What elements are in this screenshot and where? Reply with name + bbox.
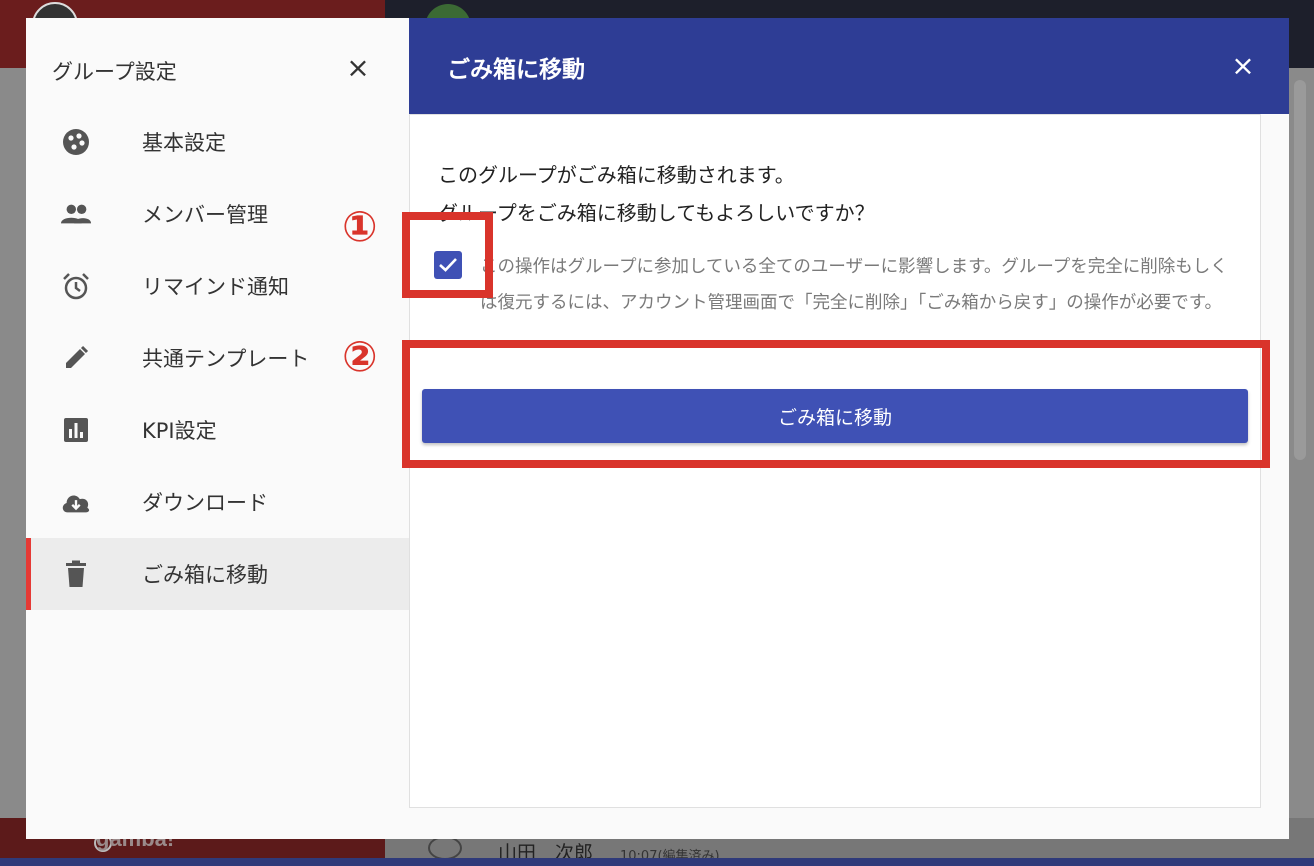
nav-item-label: メンバー管理: [142, 203, 268, 227]
annotation-step2-label: ②: [342, 332, 378, 381]
settings-title: グループ設定: [52, 60, 177, 84]
annotation-step1-label: ①: [342, 202, 378, 251]
pencil-icon: [60, 342, 92, 374]
bar-chart-icon: [60, 414, 92, 446]
trash-icon: [60, 558, 92, 590]
group-settings-panel: グループ設定 × 基本設定 メンバー管理 リマインド通知 共通テンプレート KP…: [26, 18, 410, 839]
confirm-message-line1: このグループがごみ箱に移動されます。: [438, 163, 795, 187]
nav-item-basic-settings[interactable]: 基本設定: [26, 106, 410, 178]
nav-item-label: リマインド通知: [142, 275, 289, 299]
nav-item-move-to-trash[interactable]: ごみ箱に移動: [26, 538, 410, 610]
background-bottom-border: [0, 858, 1314, 866]
cloud-download-icon: [60, 486, 92, 518]
annotation-box-step1: [402, 212, 493, 298]
nav-item-download[interactable]: ダウンロード: [26, 466, 410, 538]
people-icon: [60, 198, 92, 230]
dialog-header: ごみ箱に移動 ×: [409, 18, 1289, 114]
palette-icon: [60, 126, 92, 158]
nav-item-label: ダウンロード: [142, 491, 268, 515]
settings-close-icon[interactable]: ×: [344, 54, 372, 82]
nav-item-label: 共通テンプレート: [142, 347, 310, 371]
nav-item-label: 基本設定: [142, 131, 226, 155]
checkbox-note: この操作はグループに参加している全てのユーザーに影響します。グループを完全に削除…: [480, 257, 1228, 313]
background-user-avatar: [428, 836, 462, 860]
background-scrollbar: [1294, 80, 1306, 460]
confirm-message-line2: グループをごみ箱に移動してもよろしいですか？: [438, 201, 875, 225]
nav-item-label: ごみ箱に移動: [142, 563, 268, 587]
alarm-icon: [60, 270, 92, 302]
dialog-title: ごみ箱に移動: [447, 57, 585, 83]
dialog-close-icon[interactable]: ×: [1229, 52, 1257, 80]
nav-item-label: KPI設定: [142, 419, 217, 443]
annotation-box-step2: [402, 340, 1270, 468]
nav-item-reminder[interactable]: リマインド通知: [26, 250, 410, 322]
nav-item-kpi-settings[interactable]: KPI設定: [26, 394, 410, 466]
